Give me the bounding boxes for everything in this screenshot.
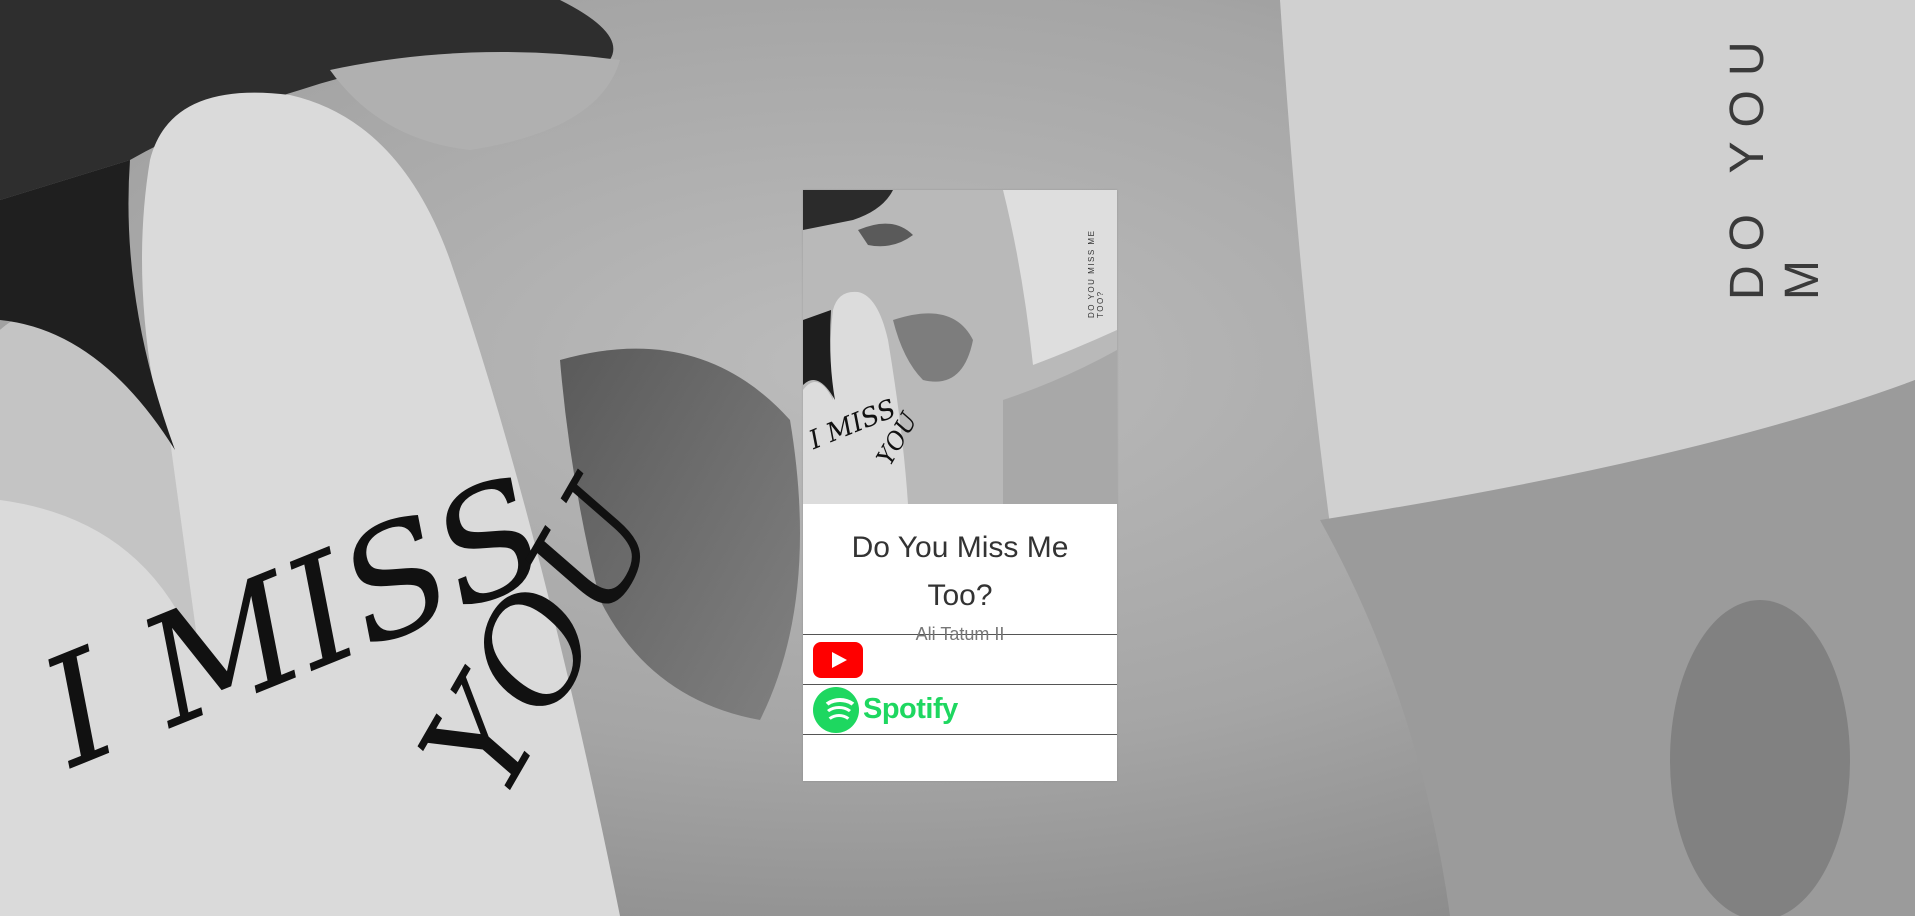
youtube-play-icon xyxy=(813,641,863,678)
spotify-logo: Spotify xyxy=(813,686,958,733)
spotify-wordmark: Spotify xyxy=(863,693,958,725)
spotify-link[interactable]: Spotify xyxy=(803,685,1117,735)
cover-side-text: DO YOU MISS ME TOO? xyxy=(1087,229,1105,318)
album-cover: DO YOU MISS ME TOO? I MISS YOU xyxy=(803,190,1117,504)
track-title: Do You Miss Me Too? xyxy=(851,531,1069,612)
track-card: DO YOU MISS ME TOO? I MISS YOU Do You Mi… xyxy=(803,190,1117,781)
track-info: Do You Miss Me Too? Ali Tatum II xyxy=(803,504,1117,644)
spotify-logo-icon xyxy=(813,686,859,733)
background-vertical-text: DO YOU M xyxy=(1721,27,1829,300)
